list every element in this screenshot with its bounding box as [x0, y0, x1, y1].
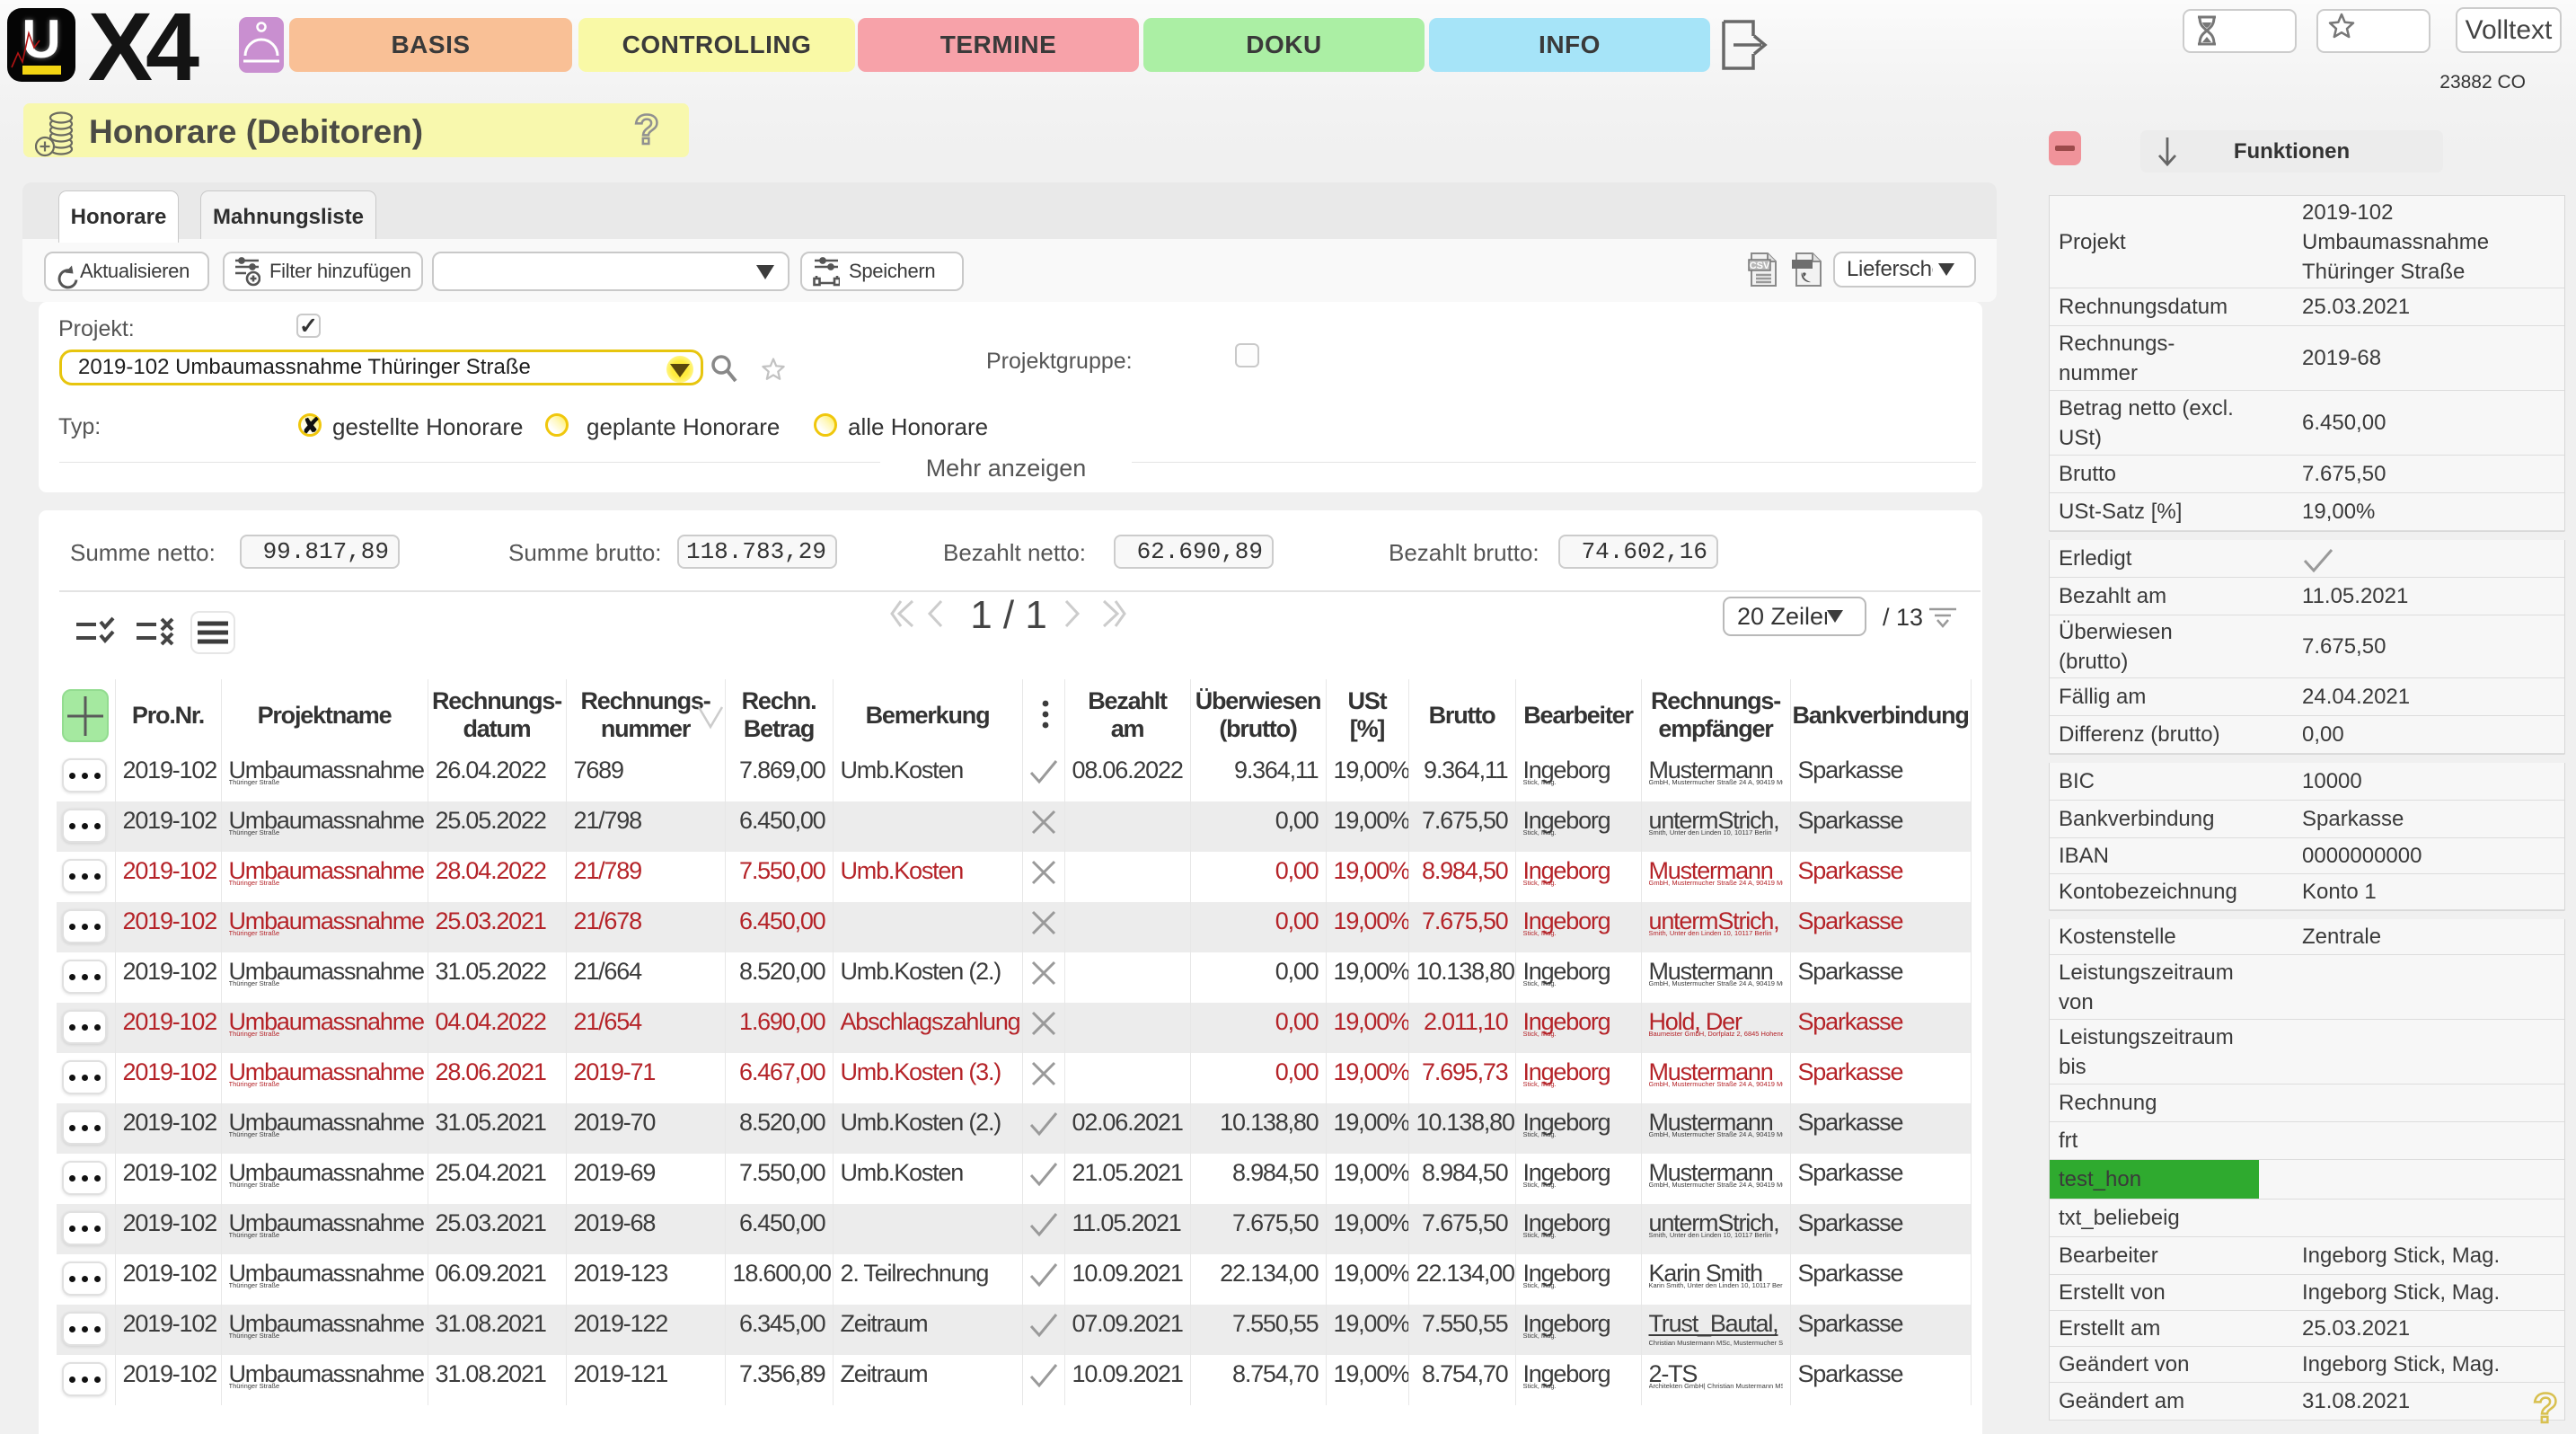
svg-text:CSV: CSV [1750, 261, 1770, 271]
